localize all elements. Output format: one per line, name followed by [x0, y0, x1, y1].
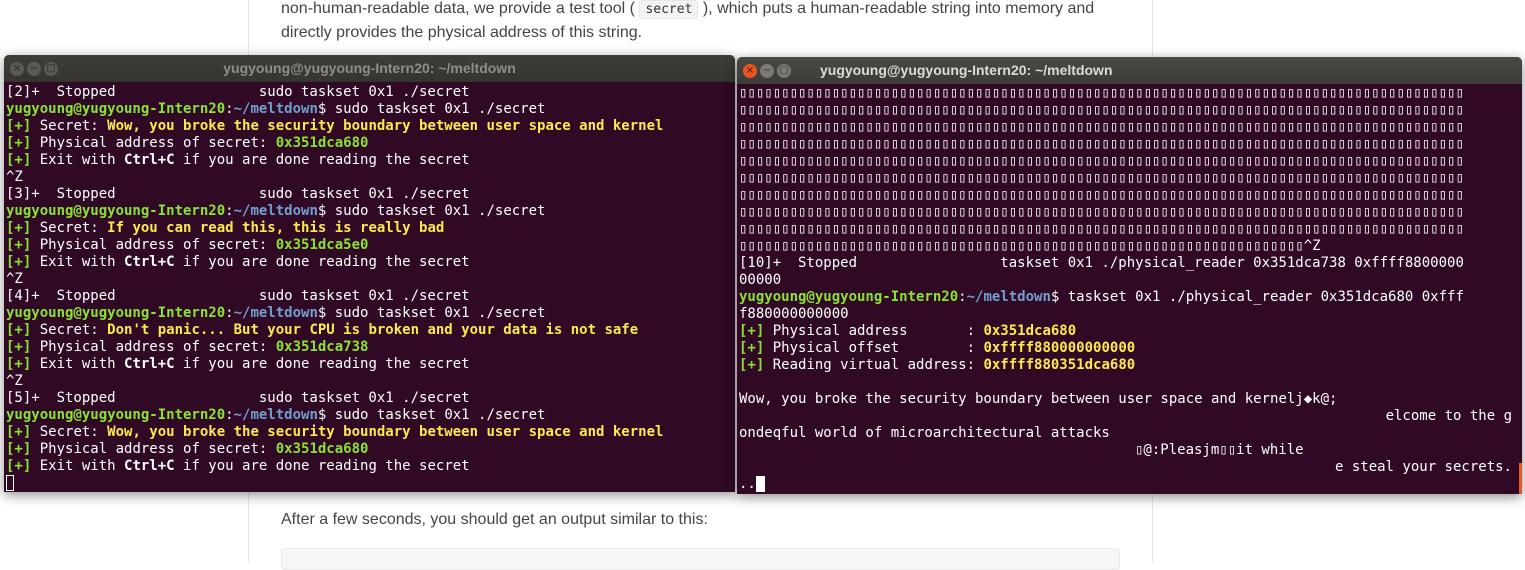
secret-line: [+] Secret: Wow, you broke the security … [6, 424, 664, 440]
right-terminal-titlebar[interactable]: × − □ yugyoung@yugyoung-Intern20: ~/melt… [737, 57, 1522, 84]
garbage-glyph-row: ▯▯▯▯▯▯▯▯▯▯▯▯▯▯▯▯▯▯▯▯▯▯▯▯▯▯▯▯▯▯▯▯▯▯▯▯▯▯▯▯… [739, 85, 1464, 101]
terminal-line: [3]+ Stopped sudo taskset 0x1 ./secret [6, 186, 470, 202]
garbage-glyph-row: ▯▯▯▯▯▯▯▯▯▯▯▯▯▯▯▯▯▯▯▯▯▯▯▯▯▯▯▯▯▯▯▯▯▯▯▯▯▯▯▯… [739, 153, 1464, 169]
terminal-line: ^Z [6, 271, 23, 287]
garbage-glyph-row: ▯▯▯▯▯▯▯▯▯▯▯▯▯▯▯▯▯▯▯▯▯▯▯▯▯▯▯▯▯▯▯▯▯▯▯▯▯▯▯▯… [739, 119, 1464, 135]
prompt-line: yugyoung@yugyoung-Intern20:~/meltdown$ s… [6, 407, 546, 423]
inline-code-secret: secret [639, 0, 699, 19]
doc-paragraph-text: non-human-readable data, we provide a te… [281, 0, 635, 17]
cursor-line: .. [739, 476, 1522, 493]
leaked-output-dots: .. [739, 476, 756, 492]
minimize-icon[interactable]: − [760, 64, 774, 78]
code-block [281, 548, 1120, 570]
exit-line: [+] Exit with Ctrl+C if you are done rea… [6, 254, 470, 270]
doc-paragraph-text: ), which puts a human-readable string in… [702, 0, 1095, 17]
address-line: [+] Physical address of secret: 0x351dca… [6, 441, 369, 457]
terminal-line: ^Z [6, 169, 23, 185]
info-line: [+] Physical offset : 0xffff880000000000 [739, 340, 1136, 356]
close-icon[interactable]: × [743, 64, 757, 78]
garbage-glyph-row: ▯▯▯▯▯▯▯▯▯▯▯▯▯▯▯▯▯▯▯▯▯▯▯▯▯▯▯▯▯▯▯▯▯▯▯▯▯▯▯▯… [739, 136, 1464, 152]
terminal-line: 00000 [739, 272, 782, 288]
leaked-output-line: ▯@:Pleasjm▯▯it while [1135, 442, 1304, 458]
garbage-glyphs: ▯▯▯▯▯▯▯▯▯▯▯▯▯▯▯▯▯▯▯▯▯▯▯▯▯▯▯▯▯▯▯▯▯▯▯▯▯▯▯▯… [739, 238, 1304, 254]
prompt-line: yugyoung@yugyoung-Intern20:~/meltdown$ s… [6, 101, 546, 117]
prompt-line: yugyoung@yugyoung-Intern20:~/meltdown$ s… [6, 305, 546, 321]
terminal-line: [4]+ Stopped sudo taskset 0x1 ./secret [6, 288, 470, 304]
terminal-line: [5]+ Stopped sudo taskset 0x1 ./secret [6, 390, 470, 406]
leaked-output-line: elcome to the g [1385, 408, 1512, 424]
address-line: [+] Physical address of secret: 0x351dca… [6, 237, 369, 253]
secret-line: [+] Secret: If you can read this, this i… [6, 220, 445, 236]
secret-line: [+] Secret: Wow, you broke the security … [6, 118, 664, 134]
garbage-glyph-row: ▯▯▯▯▯▯▯▯▯▯▯▯▯▯▯▯▯▯▯▯▯▯▯▯▯▯▯▯▯▯▯▯▯▯▯▯▯▯▯▯… [739, 221, 1464, 237]
cursor-line [6, 475, 735, 492]
garbage-output-block: ▯▯▯▯▯▯▯▯▯▯▯▯▯▯▯▯▯▯▯▯▯▯▯▯▯▯▯▯▯▯▯▯▯▯▯▯▯▯▯▯… [739, 85, 1522, 238]
garbage-glyph-row: ▯▯▯▯▯▯▯▯▯▯▯▯▯▯▯▯▯▯▯▯▯▯▯▯▯▯▯▯▯▯▯▯▯▯▯▯▯▯▯▯… [739, 102, 1464, 118]
info-line: [+] Reading virtual address: 0xffff88035… [739, 357, 1136, 373]
doc-paragraph-line2: directly provides the physical address o… [281, 24, 643, 41]
exit-line: [+] Exit with Ctrl+C if you are done rea… [6, 152, 470, 168]
garbage-glyph-row: ▯▯▯▯▯▯▯▯▯▯▯▯▯▯▯▯▯▯▯▯▯▯▯▯▯▯▯▯▯▯▯▯▯▯▯▯▯▯▯▯… [739, 204, 1464, 220]
address-line: [+] Physical address of secret: 0x351dca… [6, 135, 369, 151]
garbage-tail-line: ▯▯▯▯▯▯▯▯▯▯▯▯▯▯▯▯▯▯▯▯▯▯▯▯▯▯▯▯▯▯▯▯▯▯▯▯▯▯▯▯… [739, 238, 1522, 255]
close-icon[interactable]: × [10, 62, 24, 76]
leaked-output-line: ondeqful world of microarchitectural att… [739, 425, 1110, 441]
exit-line: [+] Exit with Ctrl+C if you are done rea… [6, 356, 470, 372]
left-terminal-titlebar[interactable]: × − □ yugyoung@yugyoung-Intern20: ~/melt… [4, 55, 735, 82]
left-terminal-window[interactable]: × − □ yugyoung@yugyoung-Intern20: ~/melt… [4, 55, 735, 492]
leaked-output-line: e steal your secrets. [1334, 459, 1512, 475]
maximize-icon[interactable]: □ [777, 64, 791, 78]
terminal-cursor [6, 475, 14, 491]
doc-after-text: After a few seconds, you should get an o… [281, 511, 708, 528]
address-line: [+] Physical address of secret: 0x351dca… [6, 339, 369, 355]
right-terminal-output[interactable]: ▯▯▯▯▯▯▯▯▯▯▯▯▯▯▯▯▯▯▯▯▯▯▯▯▯▯▯▯▯▯▯▯▯▯▯▯▯▯▯▯… [737, 84, 1522, 493]
prompt-line: yugyoung@yugyoung-Intern20:~/meltdown$ t… [739, 289, 1464, 305]
prompt-line: yugyoung@yugyoung-Intern20:~/meltdown$ s… [6, 203, 546, 219]
terminal-line: ^Z [6, 373, 23, 389]
left-terminal-title: yugyoung@yugyoung-Intern20: ~/meltdown [223, 60, 516, 76]
right-terminal-window[interactable]: × − □ yugyoung@yugyoung-Intern20: ~/melt… [737, 57, 1522, 494]
garbage-glyph-row: ▯▯▯▯▯▯▯▯▯▯▯▯▯▯▯▯▯▯▯▯▯▯▯▯▯▯▯▯▯▯▯▯▯▯▯▯▯▯▯▯… [739, 187, 1464, 203]
doc-paragraph: non-human-readable data, we provide a te… [281, 0, 1094, 22]
garbage-glyph-row: ▯▯▯▯▯▯▯▯▯▯▯▯▯▯▯▯▯▯▯▯▯▯▯▯▯▯▯▯▯▯▯▯▯▯▯▯▯▯▯▯… [739, 170, 1464, 186]
right-terminal-title: yugyoung@yugyoung-Intern20: ~/meltdown [820, 62, 1113, 78]
terminal-line: f880000000000 [739, 306, 849, 322]
terminal-line: [10]+ Stopped taskset 0x1 ./physical_rea… [739, 255, 1464, 271]
minimize-icon[interactable]: − [27, 62, 41, 76]
scrollbar-indicator[interactable] [1519, 463, 1522, 494]
ctrl-z: ^Z [1303, 238, 1321, 254]
left-terminal-output[interactable]: [2]+ Stopped sudo taskset 0x1 ./secret y… [4, 82, 735, 492]
terminal-line: [2]+ Stopped sudo taskset 0x1 ./secret [6, 84, 470, 100]
info-line: [+] Physical address : 0x351dca680 [739, 323, 1077, 339]
secret-line: [+] Secret: Don't panic... But your CPU … [6, 322, 639, 338]
maximize-icon[interactable]: □ [44, 62, 58, 76]
terminal-cursor [755, 476, 765, 492]
exit-line: [+] Exit with Ctrl+C if you are done rea… [6, 458, 470, 474]
leaked-output-line: Wow, you broke the security boundary bet… [739, 391, 1338, 407]
